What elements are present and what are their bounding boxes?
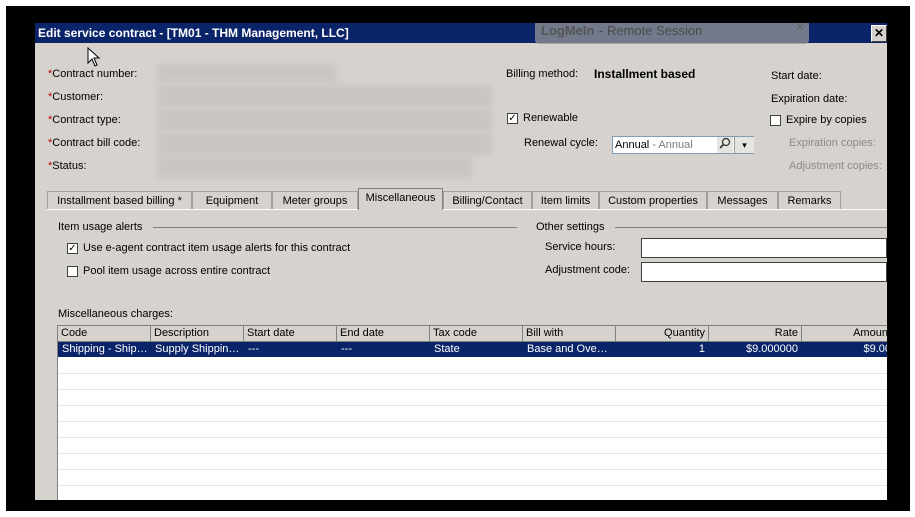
cell-amount: $9.00 xyxy=(863,343,887,355)
grid-line xyxy=(58,469,887,470)
cell-quantity: 1 xyxy=(698,343,705,355)
grid-header: Code Description Start date End date Tax… xyxy=(58,326,887,342)
col-quantity[interactable]: Quantity xyxy=(616,326,709,341)
misc-charges-label: Miscellaneous charges: xyxy=(58,308,173,320)
grid-line xyxy=(58,485,887,486)
col-end-date[interactable]: End date xyxy=(337,326,430,341)
use-eagent-alerts-checkbox[interactable]: ✓ xyxy=(67,243,78,254)
misc-charges-grid[interactable]: Code Description Start date End date Tax… xyxy=(57,325,887,500)
tab-custom-properties[interactable]: Custom properties xyxy=(599,191,707,209)
close-icon[interactable]: ✕ xyxy=(871,25,887,42)
grid-line xyxy=(58,373,887,374)
screenshot-frame: Edit service contract - [TM01 - THM Mana… xyxy=(6,6,910,511)
logmein-session-label: - Remote Session xyxy=(599,23,703,38)
expire-by-copies-label: Expire by copies xyxy=(786,114,867,126)
renewal-cycle-value: Annual - Annual xyxy=(615,139,693,151)
customer-label: *Customer: xyxy=(48,91,104,103)
renewable-checkbox[interactable]: ✓ xyxy=(507,113,518,124)
grid-line xyxy=(58,453,887,454)
cell-code: Shipping - Ship… xyxy=(62,343,148,355)
search-icon[interactable] xyxy=(717,137,733,153)
pool-item-usage-label: Pool item usage across entire contract xyxy=(83,265,271,277)
adjustment-code-label: Adjustment code: xyxy=(545,264,630,276)
grid-line xyxy=(58,389,887,390)
renewal-cycle-combo[interactable]: Annual - Annual ▾ xyxy=(612,136,754,154)
contract-bill-code-field[interactable] xyxy=(157,133,492,155)
status-field[interactable] xyxy=(157,156,472,178)
pool-item-usage-checkbox[interactable] xyxy=(67,266,78,277)
other-settings-heading: Other settings xyxy=(536,221,605,233)
cell-start-date: --- xyxy=(248,343,259,355)
item-usage-alerts-heading: Item usage alerts xyxy=(58,221,143,233)
table-row[interactable]: Shipping - Ship… Supply Shippin… --- ---… xyxy=(58,342,887,357)
billing-method-value: Installment based xyxy=(594,67,696,81)
dropdown-menu-icon[interactable]: ▾ xyxy=(734,137,754,153)
contract-type-field[interactable] xyxy=(157,109,492,131)
grid-line xyxy=(58,437,887,438)
adjustment-code-input[interactable] xyxy=(641,262,887,282)
col-code[interactable]: Code xyxy=(58,326,151,341)
renewal-cycle-label: Renewal cycle: xyxy=(524,137,598,149)
renewable-label: Renewable xyxy=(523,112,579,124)
cell-rate: $9.000000 xyxy=(746,343,798,355)
col-description[interactable]: Description xyxy=(151,326,244,341)
service-hours-label: Service hours: xyxy=(545,241,616,253)
contract-bill-code-label: *Contract bill code: xyxy=(48,137,141,149)
logmein-brand: LogMeIn xyxy=(541,23,595,38)
cell-end-date: --- xyxy=(341,343,352,355)
grid-line xyxy=(58,405,887,406)
tab-equipment[interactable]: Equipment xyxy=(192,191,272,209)
logmein-session-banner: LogMeIn - Remote Session ✕ xyxy=(535,23,809,44)
tab-item-limits[interactable]: Item limits xyxy=(532,191,599,209)
tab-meter-groups[interactable]: Meter groups xyxy=(272,191,358,209)
tab-messages[interactable]: Messages xyxy=(707,191,778,209)
customer-field[interactable] xyxy=(157,85,492,107)
use-eagent-alerts-label: Use e-agent contract item usage alerts f… xyxy=(83,242,351,254)
tab-installment-based-billing[interactable]: Installment based billing * xyxy=(47,191,192,209)
logmein-close-icon[interactable]: ✕ xyxy=(795,23,805,38)
col-amount[interactable]: Amount xyxy=(802,326,887,341)
expiration-date-label: Expiration date: xyxy=(771,93,848,105)
col-tax-code[interactable]: Tax code xyxy=(430,326,523,341)
grid-line xyxy=(58,421,887,422)
col-bill-with[interactable]: Bill with xyxy=(523,326,616,341)
edit-service-contract-window: Edit service contract - [TM01 - THM Mana… xyxy=(35,23,887,500)
contract-number-field[interactable] xyxy=(157,64,337,82)
service-hours-input[interactable] xyxy=(641,238,887,258)
contract-type-label: *Contract type: xyxy=(48,114,121,126)
start-date-label: Start date: xyxy=(771,70,822,82)
cell-bill-with: Base and Ove… xyxy=(527,343,608,355)
col-rate[interactable]: Rate xyxy=(709,326,802,341)
cell-description: Supply Shippin… xyxy=(155,343,240,355)
expire-by-copies-checkbox[interactable] xyxy=(770,115,781,126)
contract-number-label: *Contract number: xyxy=(48,68,138,80)
col-start-date[interactable]: Start date xyxy=(244,326,337,341)
status-label: *Status: xyxy=(48,160,87,172)
billing-method-label: Billing method: xyxy=(506,68,579,80)
window-title: Edit service contract - [TM01 - THM Mana… xyxy=(38,26,349,40)
tab-remarks[interactable]: Remarks xyxy=(778,191,841,209)
adjustment-copies-label: Adjustment copies: xyxy=(789,160,882,172)
expiration-copies-label: Expiration copies: xyxy=(789,137,876,149)
item-usage-alerts-divider xyxy=(153,227,517,228)
other-settings-divider xyxy=(615,227,887,228)
tab-miscellaneous[interactable]: Miscellaneous xyxy=(358,188,443,210)
cell-tax-code: State xyxy=(434,343,460,355)
tab-billing-contact[interactable]: Billing/Contact xyxy=(443,191,532,209)
mouse-cursor-icon xyxy=(87,47,101,67)
